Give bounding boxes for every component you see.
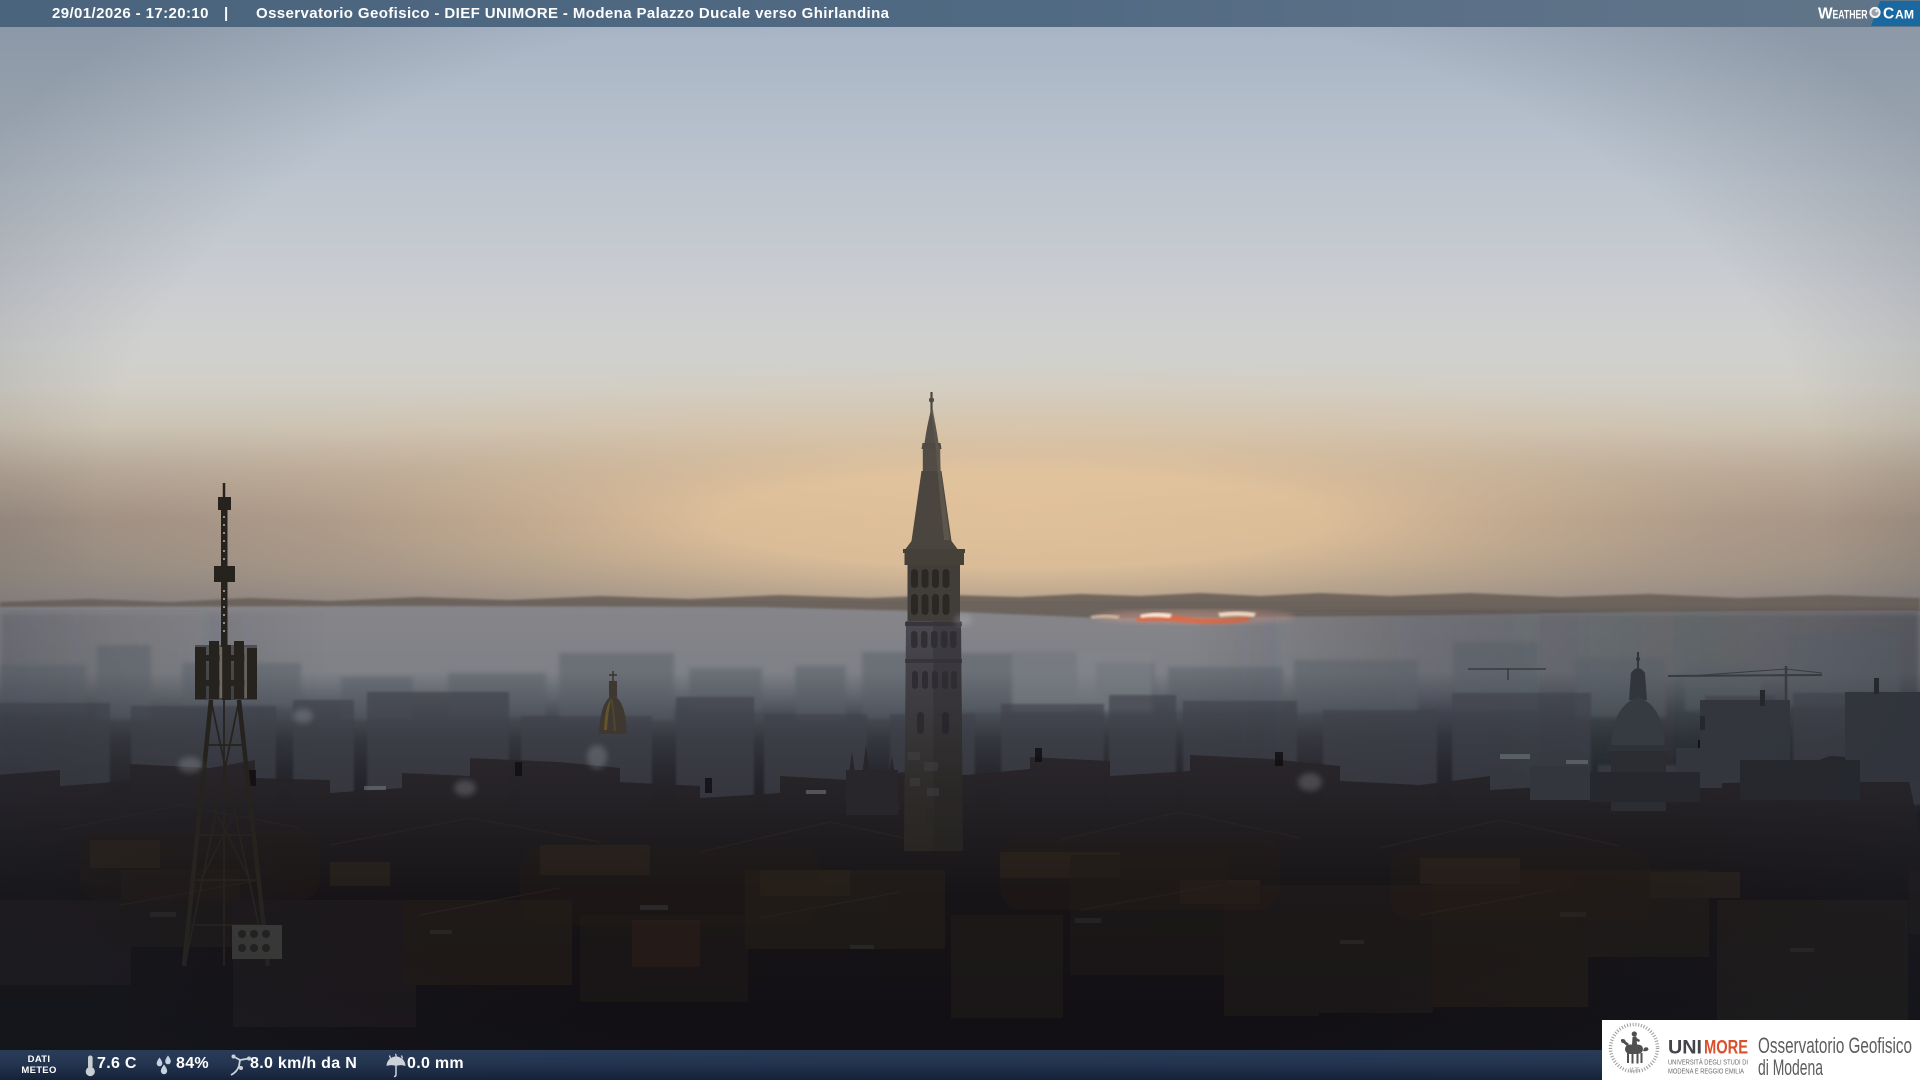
svg-text:MORE: MORE (1704, 1038, 1748, 1059)
svg-text:di Modena: di Modena (1758, 1055, 1823, 1080)
svg-text:W: W (1818, 6, 1833, 23)
svg-text:AM: AM (1895, 10, 1914, 22)
svg-text:1175: 1175 (1629, 1068, 1640, 1074)
svg-text:MODENA E REGGIO EMILIA: MODENA E REGGIO EMILIA (1668, 1067, 1745, 1076)
svg-text:C: C (1883, 6, 1894, 23)
svg-text:UNIVERSITÀ DEGLI STUDI DI: UNIVERSITÀ DEGLI STUDI DI (1668, 1058, 1748, 1067)
svg-text:EATHER: EATHER (1833, 10, 1869, 22)
svg-text:UNI: UNI (1668, 1038, 1702, 1059)
